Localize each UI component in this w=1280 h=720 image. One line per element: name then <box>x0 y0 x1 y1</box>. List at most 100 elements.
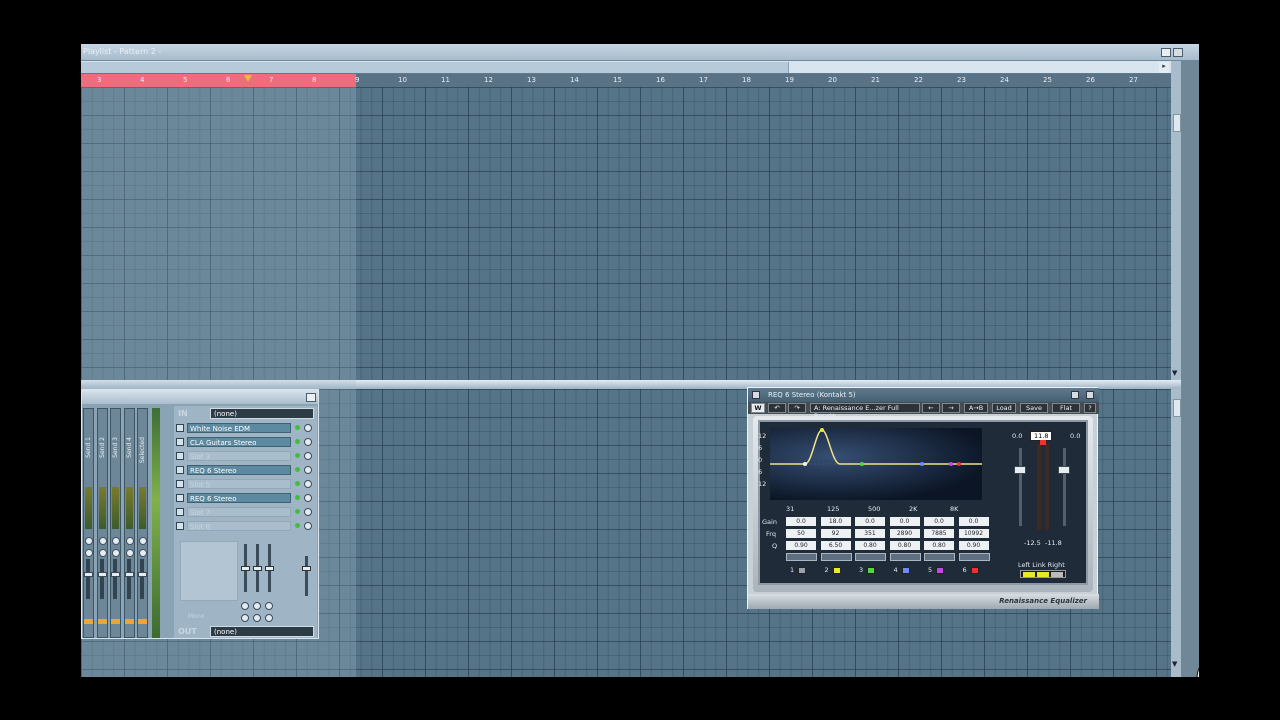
mini-fader-cap[interactable] <box>265 566 274 571</box>
prev-preset-icon[interactable]: ← <box>922 403 940 413</box>
effect-slot[interactable]: White Noise EDM <box>174 422 317 434</box>
mixer-strip[interactable]: Send 1 <box>83 408 94 638</box>
effect-slot[interactable]: Slot 8 <box>174 520 317 532</box>
vertical-scroll-thumb[interactable] <box>1173 114 1181 132</box>
band-1-type-selector[interactable] <box>786 553 817 561</box>
slot-menu-icon[interactable] <box>176 452 184 460</box>
arrows-icon[interactable] <box>1071 391 1079 399</box>
slot-menu-icon[interactable] <box>176 508 184 516</box>
band-6-enable-toggle[interactable] <box>970 567 979 574</box>
slot-menu-icon[interactable] <box>176 424 184 432</box>
band-6-gain-value[interactable]: 0.0 <box>958 517 989 526</box>
close-icon[interactable] <box>1173 48 1183 57</box>
band-2-freq-value[interactable]: 92 <box>820 529 851 538</box>
strip-route-indicator[interactable] <box>124 619 134 624</box>
band-4-freq-value[interactable]: 2890 <box>889 529 920 538</box>
band-4-enable-toggle[interactable] <box>901 567 910 574</box>
vertical-scrollbar-lower[interactable] <box>1171 389 1181 677</box>
output-dropdown[interactable]: (none) <box>210 626 314 637</box>
band-5-enable-toggle[interactable] <box>936 567 944 574</box>
band-3-q-value[interactable]: 0.80 <box>855 541 885 550</box>
slot-menu-icon[interactable] <box>176 466 184 474</box>
band-6-type-selector[interactable] <box>958 553 990 561</box>
knob-icon[interactable] <box>265 614 273 622</box>
load-button[interactable]: Load <box>992 403 1016 413</box>
volume-knob-icon[interactable] <box>112 549 120 557</box>
scroll-down-arrow-icon[interactable]: ▼ <box>1172 369 1177 377</box>
slot-name[interactable]: Slot 7 <box>187 507 291 517</box>
volume-knob-icon[interactable] <box>85 549 93 557</box>
scroll-down-arrow-icon[interactable]: ▼ <box>1172 660 1177 668</box>
strip-fader-cap[interactable] <box>111 572 120 577</box>
scroll-right-arrow-icon[interactable]: ▸ <box>1159 62 1169 73</box>
band-1-freq-value[interactable]: 50 <box>786 529 816 538</box>
pan-knob-icon[interactable] <box>85 537 93 545</box>
band-2-type-selector[interactable] <box>820 553 852 561</box>
band-5-freq-value[interactable]: 7885 <box>924 529 954 538</box>
knob-icon[interactable] <box>253 614 261 622</box>
flat-button[interactable]: Flat <box>1052 403 1080 413</box>
slot-menu-icon[interactable] <box>176 438 184 446</box>
band-3-gain-value[interactable]: 0.0 <box>855 517 885 526</box>
preset-name[interactable]: A: Renaissance E...zer Full Reset* <box>810 403 920 420</box>
effect-slot[interactable]: REQ 6 Stereo <box>174 492 317 504</box>
redo-icon[interactable]: ↷ <box>788 403 806 413</box>
slot-menu-icon[interactable] <box>176 480 184 488</box>
band-4-gain-value[interactable]: 0.0 <box>889 517 920 526</box>
close-icon[interactable] <box>306 393 316 402</box>
mixer-strip[interactable]: Send 2 <box>96 408 108 638</box>
close-icon[interactable] <box>1086 391 1094 399</box>
next-preset-icon[interactable]: → <box>942 403 960 413</box>
mini-fader-cap[interactable] <box>241 566 250 571</box>
vertical-scrollbar[interactable] <box>1171 61 1181 381</box>
master-send-fader-cap[interactable] <box>302 566 311 571</box>
slot-mix-knob-icon[interactable] <box>304 438 312 446</box>
band-5-q-value[interactable]: 0.80 <box>924 541 954 550</box>
input-dropdown[interactable]: (none) <box>210 408 314 419</box>
knob-icon[interactable] <box>241 614 249 622</box>
maximize-icon[interactable] <box>1161 48 1171 57</box>
slot-enable-led[interactable] <box>295 425 300 430</box>
knob-icon[interactable] <box>241 602 249 610</box>
horizontal-scroll-thumb[interactable] <box>81 62 789 73</box>
band-1-q-value[interactable]: 0.90 <box>786 541 816 550</box>
waves-logo-icon[interactable]: W <box>751 403 765 413</box>
effect-slot[interactable]: Slot 7 <box>174 506 317 518</box>
slot-menu-icon[interactable] <box>176 522 184 530</box>
band-3-freq-value[interactable]: 351 <box>855 529 885 538</box>
band-3-enable-toggle[interactable] <box>867 567 875 574</box>
mixer-titlebar[interactable] <box>82 390 318 404</box>
effect-slot[interactable]: Slot 3 <box>174 450 317 462</box>
band-6-freq-value[interactable]: 10992 <box>958 529 989 538</box>
strip-route-indicator[interactable] <box>84 619 93 624</box>
strip-fader-cap[interactable] <box>84 572 93 577</box>
slot-menu-icon[interactable] <box>176 494 184 502</box>
mixer-strip[interactable]: Selected <box>137 408 148 638</box>
slot-mix-knob-icon[interactable] <box>304 466 312 474</box>
slot-enable-led[interactable] <box>295 509 300 514</box>
strip-route-indicator[interactable] <box>138 619 147 624</box>
pan-knob-icon[interactable] <box>125 537 134 545</box>
mini-fader-cap[interactable] <box>253 566 262 571</box>
slot-name[interactable]: Slot 8 <box>187 521 291 531</box>
undo-icon[interactable]: ↶ <box>768 403 786 413</box>
slot-enable-led[interactable] <box>295 481 300 486</box>
vertical-scroll-thumb-lower[interactable] <box>1173 399 1181 417</box>
plugin-titlebar[interactable]: REQ 6 Stereo (Kontakt 5) <box>748 388 1099 402</box>
volume-knob-icon[interactable] <box>125 549 134 557</box>
slot-mix-knob-icon[interactable] <box>304 494 312 502</box>
slot-mix-knob-icon[interactable] <box>304 480 312 488</box>
band-4-q-value[interactable]: 0.80 <box>889 541 920 550</box>
strip-route-indicator[interactable] <box>97 619 107 624</box>
pan-knob-icon[interactable] <box>112 537 120 545</box>
slot-name[interactable]: Slot 5 <box>187 479 291 489</box>
plugin-menu-icon[interactable] <box>752 391 760 399</box>
band-5-gain-value[interactable]: 0.0 <box>924 517 954 526</box>
slot-enable-led[interactable] <box>295 439 300 444</box>
slot-enable-led[interactable] <box>295 523 300 528</box>
band-1-gain-value[interactable]: 0.0 <box>786 517 816 526</box>
strip-fader-cap[interactable] <box>138 572 147 577</box>
band-3-type-selector[interactable] <box>855 553 886 561</box>
link-toggle[interactable] <box>1020 570 1066 578</box>
band-1-enable-toggle[interactable] <box>798 567 806 574</box>
